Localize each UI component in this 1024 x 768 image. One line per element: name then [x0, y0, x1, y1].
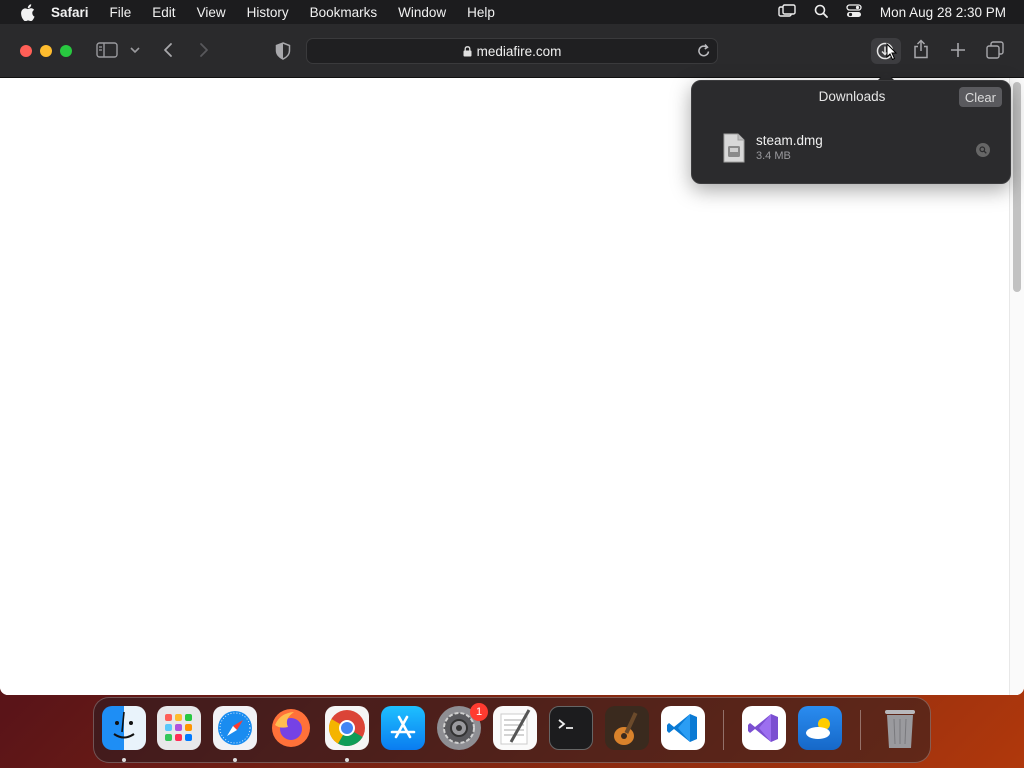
finder-running-indicator — [122, 758, 126, 762]
share-icon[interactable] — [913, 39, 929, 59]
firefox-icon[interactable] — [269, 706, 313, 750]
dock-separator-trash — [860, 710, 861, 750]
download-filename: steam.dmg — [756, 133, 823, 148]
visual-studio-icon[interactable] — [742, 706, 786, 750]
finder-icon[interactable] — [102, 706, 146, 750]
terminal-icon[interactable] — [549, 706, 593, 750]
menu-edit[interactable]: Edit — [152, 5, 175, 20]
menu-view[interactable]: View — [197, 5, 226, 20]
minimize-window-button[interactable] — [40, 45, 52, 57]
garageband-icon[interactable] — [605, 706, 649, 750]
download-filesize: 3.4 MB — [756, 150, 791, 162]
safari-running-indicator — [233, 758, 237, 762]
download-item[interactable]: steam.dmg 3.4 MB — [722, 131, 1002, 165]
tab-overview-icon[interactable] — [986, 41, 1004, 59]
zoom-window-button[interactable] — [60, 45, 72, 57]
reload-icon[interactable] — [697, 43, 711, 61]
privacy-shield-icon[interactable] — [275, 42, 291, 60]
trash-icon[interactable] — [878, 706, 922, 750]
address-bar[interactable]: mediafire.com — [306, 38, 718, 64]
textedit-icon[interactable] — [493, 706, 537, 750]
close-window-button[interactable] — [20, 45, 32, 57]
vscode-icon[interactable] — [661, 706, 705, 750]
dock: 1 — [93, 697, 931, 763]
clear-downloads-button[interactable]: Clear — [958, 87, 1002, 107]
lock-icon — [463, 45, 472, 57]
url-text: mediafire.com — [476, 43, 562, 59]
menu-window[interactable]: Window — [398, 5, 446, 20]
scrollbar-thumb[interactable] — [1013, 82, 1021, 292]
menu-help[interactable]: Help — [467, 5, 495, 20]
screen-mirroring-icon[interactable] — [778, 3, 796, 21]
menu-bookmarks[interactable]: Bookmarks — [310, 5, 378, 20]
safari-app-icon[interactable] — [213, 706, 257, 750]
vertical-scrollbar[interactable] — [1009, 78, 1024, 695]
apple-menu-icon[interactable] — [17, 2, 37, 22]
chrome-icon[interactable] — [325, 706, 369, 750]
back-arrow-icon[interactable] — [163, 42, 173, 58]
system-settings-badge: 1 — [470, 703, 488, 721]
dock-separator — [723, 710, 724, 750]
menu-history[interactable]: History — [247, 5, 289, 20]
chrome-running-indicator — [345, 758, 349, 762]
menu-safari[interactable]: Safari — [51, 5, 89, 20]
launchpad-icon[interactable] — [157, 706, 201, 750]
reveal-in-finder-icon[interactable] — [976, 143, 990, 157]
control-center-icon[interactable] — [846, 3, 862, 21]
app-store-icon[interactable] — [381, 706, 425, 750]
mouse-pointer-icon — [886, 42, 898, 66]
menu-file[interactable]: File — [110, 5, 132, 20]
spotlight-search-icon[interactable] — [814, 4, 828, 21]
menubar-clock[interactable]: Mon Aug 28 2:30 PM — [880, 5, 1006, 20]
weather-icon[interactable] — [798, 706, 842, 750]
chevron-down-icon[interactable] — [130, 47, 140, 54]
menu-bar: Safari File Edit View History Bookmarks … — [0, 0, 1024, 24]
sidebar-toggle-icon[interactable] — [96, 42, 118, 58]
safari-toolbar: mediafire.com — [0, 24, 1024, 78]
forward-arrow-icon[interactable] — [199, 42, 209, 58]
new-tab-plus-icon[interactable] — [950, 42, 966, 58]
disk-image-file-icon — [722, 133, 748, 165]
downloads-popover: Downloads Clear steam.dmg 3.4 MB — [691, 80, 1011, 184]
